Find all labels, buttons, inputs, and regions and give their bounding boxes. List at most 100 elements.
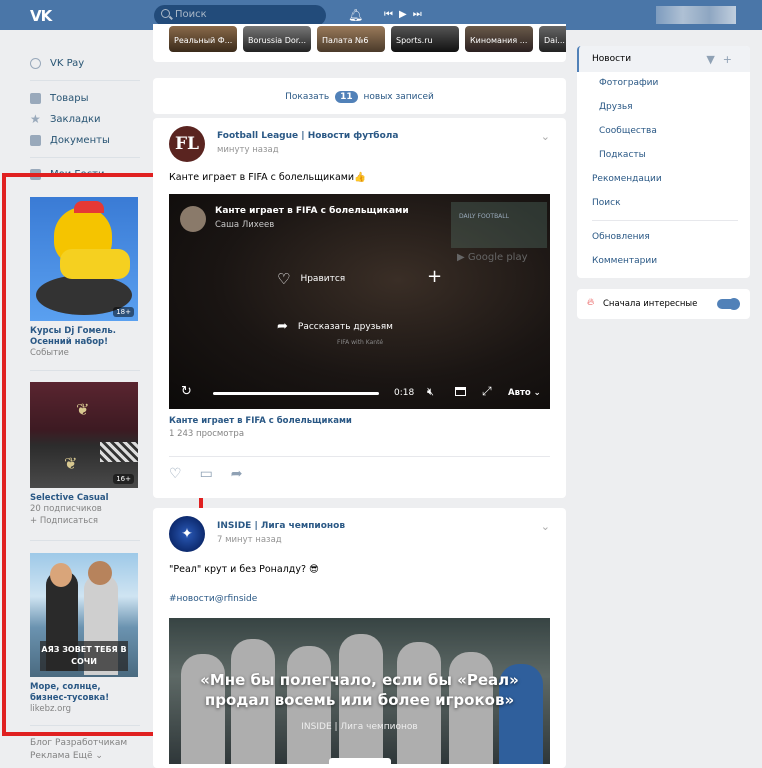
search-icon <box>161 9 170 18</box>
video-controls: ↻ 0:18 🔇︎ ⤢ Авто ⌄ <box>169 382 550 406</box>
divider <box>592 220 738 221</box>
tab-photos[interactable]: Фотографии <box>599 78 658 88</box>
avatar[interactable]: ✦ <box>169 516 205 552</box>
video-progress-bar[interactable] <box>213 392 379 395</box>
story-item[interactable]: Киномания ... <box>465 26 533 52</box>
vk-logo[interactable]: VK <box>30 7 52 25</box>
mute-icon[interactable]: 🔇︎ <box>427 385 434 399</box>
divider <box>30 157 140 158</box>
daily-football-logo: DAILY FOOTBALL <box>451 202 547 248</box>
stories-strip: Реальный Ф... Borussia Dor... Палата №6 … <box>153 24 566 62</box>
fire-icon: 🔥︎ <box>587 297 595 308</box>
interesting-first-toggle[interactable] <box>717 298 740 310</box>
add-icon[interactable]: + <box>723 53 740 66</box>
user-menu[interactable] <box>656 6 736 24</box>
video-title[interactable]: Канте играет в FIFA с болельщиками <box>215 206 409 216</box>
story-item[interactable]: Палата №6 <box>317 26 385 52</box>
footer-line[interactable]: Реклама Ещё ⌄ <box>30 750 127 763</box>
post-author[interactable]: Football League | Новости футбола <box>217 131 398 141</box>
video-share-label: Рассказать друзьям <box>297 321 393 332</box>
new-records-suffix: новых записей <box>363 92 434 102</box>
nav-label: Закладки <box>50 113 101 125</box>
post-image[interactable]: «Мне бы полегчало, если бы «Реал» продал… <box>169 618 550 764</box>
tab-friends[interactable]: Друзья <box>599 102 633 112</box>
toggle-knob <box>728 298 740 310</box>
video-time: 0:18 <box>394 388 415 398</box>
video-player[interactable]: DAILY FOOTBALL ▶︎ Google play Канте игра… <box>169 194 550 409</box>
footer-links[interactable]: Блог Разработчикам Реклама Ещё ⌄ <box>30 737 127 763</box>
post-time[interactable]: 7 минут назад <box>217 535 282 545</box>
bell-icon[interactable]: 🔔︎ <box>348 8 363 22</box>
show-new-records-button[interactable]: Показать 11 новых записей <box>153 78 566 114</box>
video-like-label: Нравится <box>300 274 346 284</box>
nav-label: VK Pay <box>50 57 85 69</box>
image-read-button[interactable] <box>329 758 391 764</box>
new-records-count: 11 <box>335 91 358 103</box>
audio-player-controls[interactable]: ⏮︎▶︎⏭︎ <box>384 9 428 20</box>
prev-track-icon[interactable]: ⏮︎ <box>384 9 399 20</box>
story-item[interactable]: Sports.ru <box>391 26 459 52</box>
quality-selector[interactable]: Авто ⌄ <box>508 388 541 398</box>
add-video-button[interactable]: + <box>427 266 442 287</box>
image-quote-source: INSIDE | Лига чемпионов <box>301 722 418 732</box>
share-icon[interactable]: ➦ <box>231 466 261 482</box>
comment-icon[interactable]: ▭ <box>200 466 231 482</box>
post-text: Канте играет в FIFA с болельщиками👍 <box>169 172 366 183</box>
post-actions: ♡▭➦ <box>169 466 261 482</box>
next-track-icon[interactable]: ⏭︎ <box>413 9 428 20</box>
tab-communities[interactable]: Сообщества <box>599 126 657 136</box>
post-football-league: FL Football League | Новости футбола мин… <box>153 118 566 498</box>
interesting-first-label: Сначала интересные <box>603 299 698 309</box>
video-author-avatar[interactable] <box>180 206 206 232</box>
post-author[interactable]: INSIDE | Лига чемпионов <box>217 521 345 531</box>
goods-icon <box>30 92 41 104</box>
tab-search[interactable]: Поиск <box>592 198 621 208</box>
play-icon[interactable]: ▶︎ <box>399 9 413 20</box>
tab-comments[interactable]: Комментарии <box>592 256 657 266</box>
panel-icons: ▼+ <box>706 53 740 66</box>
news-filter-panel: Новости ▼+ Фотографии Друзья Сообщества … <box>577 46 750 278</box>
heart-icon: ♡ <box>277 270 291 288</box>
video-views: 1 243 просмотра <box>169 429 245 439</box>
miniplayer-icon[interactable] <box>455 387 466 396</box>
nav-label: Документы <box>50 134 110 146</box>
video-watermark: FIFA with Kanté <box>337 339 384 346</box>
nav-item-goods[interactable]: Товары <box>30 90 89 106</box>
post-text: "Реал" крут и без Роналду? 😎 <box>169 564 319 575</box>
post-inside: ✦ INSIDE | Лига чемпионов 7 минут назад … <box>153 508 566 768</box>
story-item[interactable]: Borussia Dor... <box>243 26 311 52</box>
nav-item-vkpay[interactable]: VK Pay <box>30 55 84 71</box>
nav-item-bookmarks[interactable]: ★ Закладки <box>30 111 101 127</box>
replay-icon[interactable]: ↻ <box>181 384 192 399</box>
post-time[interactable]: минуту назад <box>217 145 279 155</box>
search-input[interactable]: Поиск <box>154 5 326 26</box>
tab-recommendations[interactable]: Рекомендации <box>592 174 662 184</box>
story-item[interactable]: Dai... <box>539 26 566 52</box>
new-records-prefix: Показать <box>285 92 330 102</box>
video-share-button[interactable]: ➦ Рассказать друзьям <box>277 319 393 334</box>
video-caption[interactable]: Канте играет в FIFA с болельщиками <box>169 416 352 426</box>
nav-item-documents[interactable]: Документы <box>30 132 110 148</box>
tab-updates[interactable]: Обновления <box>592 232 650 242</box>
video-author[interactable]: Саша Лихеев <box>215 220 274 230</box>
avatar[interactable]: FL <box>169 126 205 162</box>
footer-line[interactable]: Блог Разработчикам <box>30 737 127 750</box>
interesting-first-toggle-card: 🔥︎ Сначала интересные <box>577 289 750 319</box>
filter-icon[interactable]: ▼ <box>706 53 722 66</box>
like-icon[interactable]: ♡ <box>169 466 200 482</box>
fullscreen-icon[interactable]: ⤢ <box>482 384 492 399</box>
video-like-button[interactable]: ♡ Нравится <box>277 270 345 288</box>
tab-news-label[interactable]: Новости <box>592 54 631 64</box>
post-hashtag[interactable]: #новости@rfinside <box>169 594 257 604</box>
star-icon: ★ <box>30 111 41 126</box>
google-play-badge: ▶︎ Google play <box>457 252 528 263</box>
tab-podcasts[interactable]: Подкасты <box>599 150 646 160</box>
divider <box>30 80 140 81</box>
nav-label: Товары <box>50 92 89 104</box>
vkpay-icon <box>30 57 41 69</box>
document-icon <box>30 134 41 146</box>
story-item[interactable]: Реальный Ф... <box>169 26 237 52</box>
image-quote: «Мне бы полегчало, если бы «Реал» продал… <box>200 671 519 709</box>
chevron-down-icon[interactable]: ⌄ <box>541 520 550 533</box>
chevron-down-icon[interactable]: ⌄ <box>541 130 550 143</box>
